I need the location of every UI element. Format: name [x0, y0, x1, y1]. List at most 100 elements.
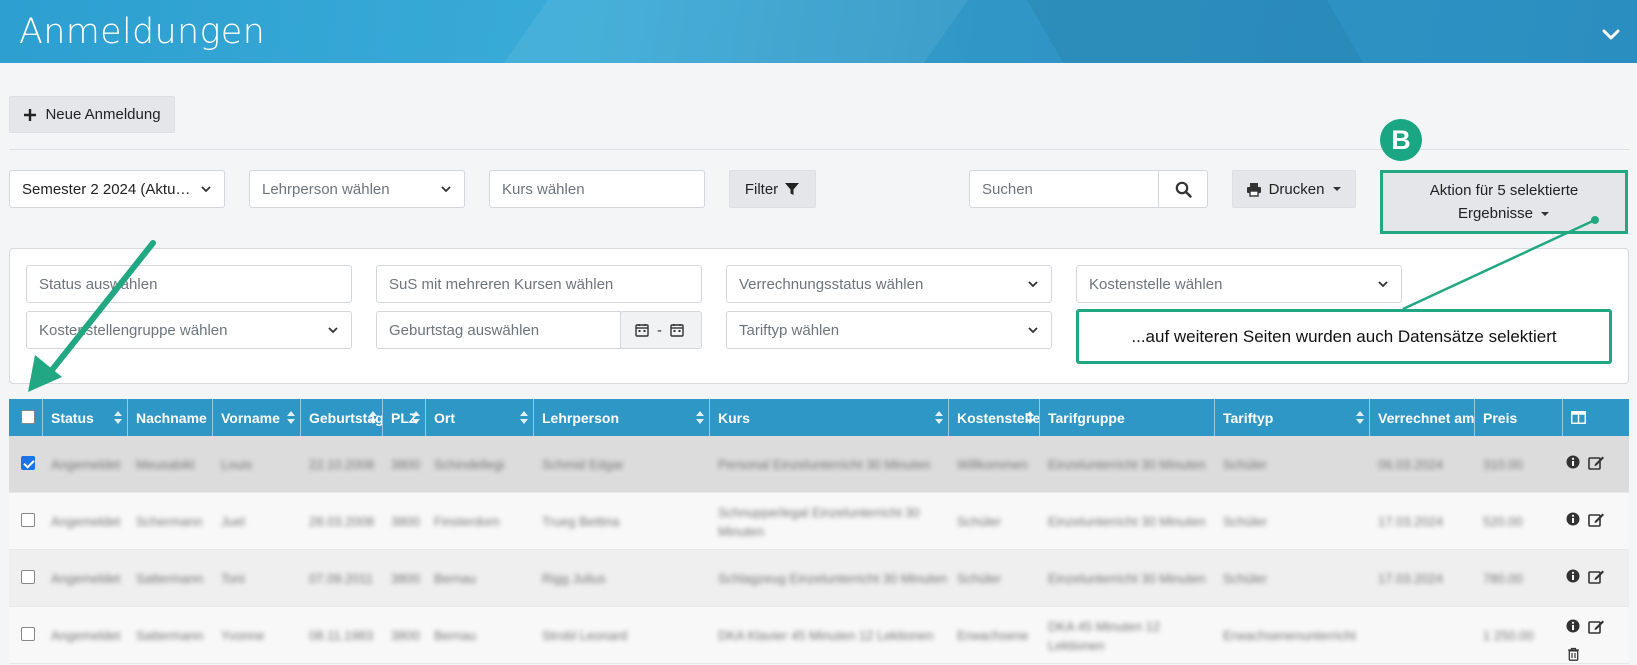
info-icon[interactable]: [1566, 619, 1580, 633]
row-checkbox[interactable]: [21, 570, 35, 584]
birthday-range-picker[interactable]: -: [620, 311, 702, 349]
column-toggle-header[interactable]: [1563, 399, 1629, 436]
print-button[interactable]: Drucken: [1232, 170, 1356, 208]
table-cell: 3800: [391, 571, 420, 586]
multi-course-placeholder: SuS mit mehreren Kursen wählen: [389, 275, 614, 293]
table-cell: Angemeldet: [51, 514, 121, 529]
table-cell: Schermann: [136, 514, 203, 529]
chevron-down-icon: [201, 186, 211, 193]
info-icon[interactable]: [1566, 455, 1580, 469]
cost-center-select[interactable]: Kostenstelle wählen: [1076, 265, 1402, 303]
birthday-placeholder: Geburtstag auswählen: [389, 321, 540, 339]
course-input[interactable]: Kurs wählen: [489, 170, 705, 208]
tariff-type-select[interactable]: Tariftyp wählen: [726, 311, 1052, 349]
column-header[interactable]: PLZ: [383, 399, 426, 436]
column-header[interactable]: Vorname: [213, 399, 301, 436]
chevron-down-icon: [1028, 281, 1038, 288]
table-cell: Louis: [221, 457, 253, 472]
registrations-table: Status Nachname Vorname Geburtstag PLZ O…: [9, 399, 1629, 664]
row-checkbox[interactable]: [21, 513, 35, 527]
page-header: Anmeldungen: [0, 0, 1637, 63]
sort-icon: [369, 411, 377, 424]
table-cell: Schmid Edgar: [542, 457, 624, 472]
row-actions: [1566, 619, 1605, 634]
column-header[interactable]: Tarifgruppe: [1040, 399, 1215, 436]
row-checkbox[interactable]: [21, 456, 35, 470]
chevron-down-icon: [1028, 327, 1038, 334]
table-body: Angemeldet Meusabikl Louis 22.10.2008 3800 Sc…: [9, 436, 1629, 664]
birthday-input[interactable]: Geburtstag auswählen: [376, 311, 621, 349]
filter-button[interactable]: Filter: [729, 170, 816, 208]
table-row[interactable]: Angemeldet Meusabikl Louis 22.10.2008 3800 Sc…: [9, 436, 1629, 493]
table-header: Status Nachname Vorname Geburtstag PLZ O…: [9, 399, 1629, 436]
calendar-icon: [635, 324, 649, 337]
semester-value: Semester 2 2024 (Aktu…: [22, 180, 191, 198]
column-label: Nachname: [136, 409, 207, 426]
table-cell: Rigg Julius: [542, 571, 606, 586]
teacher-select[interactable]: Lehrperson wählen: [249, 170, 465, 208]
course-placeholder: Kurs wählen: [502, 180, 585, 198]
table-row[interactable]: Angemeldet Sattermann Toni 07.09.2011 3800 Be…: [9, 550, 1629, 607]
table-cell: 07.09.2011: [309, 571, 374, 586]
column-header[interactable]: Preis: [1475, 399, 1563, 436]
table-cell: DKA 45 Minuten 12 Lektionen: [1048, 618, 1161, 653]
semester-select[interactable]: Semester 2 2024 (Aktu…: [9, 170, 225, 208]
billing-status-select[interactable]: Verrechnungsstatus wählen: [726, 265, 1052, 303]
cost-center-group-select[interactable]: Kostenstellengruppe wählen: [26, 311, 352, 349]
search-placeholder: Suchen: [982, 180, 1033, 198]
status-input[interactable]: Status auswählen: [26, 265, 352, 303]
table-cell: Einzelunterricht 30 Minuten: [1048, 571, 1206, 586]
table-cell: Angemeldet: [51, 628, 121, 643]
table-row[interactable]: Angemeldet Sattermann Yvonne 08.11.1983 3800…: [9, 607, 1629, 664]
select-all-header: [9, 399, 43, 436]
multi-course-input[interactable]: SuS mit mehreren Kursen wählen: [376, 265, 702, 303]
info-icon[interactable]: [1566, 569, 1580, 583]
bulk-action-button[interactable]: Aktion für 5 selektierte Ergebnisse: [1380, 170, 1628, 234]
table-cell: Angemeldet: [51, 571, 121, 586]
table-row[interactable]: Angemeldet Schermann Juel 28.03.2008 3800 Fin…: [9, 493, 1629, 550]
table-cell: Bernau: [434, 571, 476, 586]
column-header[interactable]: Kostenstelle: [949, 399, 1040, 436]
table-cell: Sattermann: [136, 628, 204, 643]
chevron-down-icon[interactable]: [1601, 24, 1621, 44]
column-label: Vorname: [221, 409, 280, 426]
column-header[interactable]: Tariftyp: [1215, 399, 1370, 436]
column-header[interactable]: Geburtstag: [301, 399, 383, 436]
plus-icon: [24, 108, 37, 121]
new-registration-button[interactable]: Neue Anmeldung: [9, 96, 175, 133]
funnel-icon: [785, 183, 800, 195]
table-cell: 3800: [391, 514, 420, 529]
column-header[interactable]: Kurs: [710, 399, 949, 436]
column-header[interactable]: Lehrperson: [534, 399, 710, 436]
column-header[interactable]: Verrechnet am: [1370, 399, 1475, 436]
row-actions: [1566, 512, 1605, 527]
chevron-down-icon: [328, 327, 338, 334]
table-cell: 08.11.1983: [309, 628, 374, 643]
edit-icon[interactable]: [1588, 619, 1605, 634]
table-cell: Willkommen: [957, 457, 1028, 472]
edit-icon[interactable]: [1588, 569, 1605, 584]
column-header[interactable]: Ort: [426, 399, 534, 436]
edit-icon[interactable]: [1588, 512, 1605, 527]
teacher-placeholder: Lehrperson wählen: [262, 180, 390, 198]
table-cell: 3800: [391, 628, 420, 643]
table-cell: 520.00: [1483, 514, 1523, 529]
table-cell: 22.10.2008: [309, 457, 375, 472]
row-actions: [1566, 569, 1605, 584]
search-input[interactable]: Suchen: [969, 170, 1159, 208]
column-label: Ort: [434, 409, 455, 426]
table-cell: 17.03.2024: [1378, 571, 1444, 586]
row-checkbox[interactable]: [21, 627, 35, 641]
column-header[interactable]: Status: [43, 399, 128, 436]
cost-center-placeholder: Kostenstelle wählen: [1089, 275, 1223, 293]
column-header[interactable]: Nachname: [128, 399, 213, 436]
trash-icon[interactable]: [1567, 647, 1580, 661]
edit-icon[interactable]: [1588, 455, 1605, 470]
table-cell: 06.03.2024: [1378, 457, 1444, 472]
select-all-checkbox[interactable]: [21, 410, 35, 424]
info-icon[interactable]: [1566, 512, 1580, 526]
search-icon: [1175, 181, 1192, 198]
search-button[interactable]: [1158, 170, 1208, 208]
sort-icon: [114, 411, 122, 424]
status-placeholder: Status auswählen: [39, 275, 158, 293]
